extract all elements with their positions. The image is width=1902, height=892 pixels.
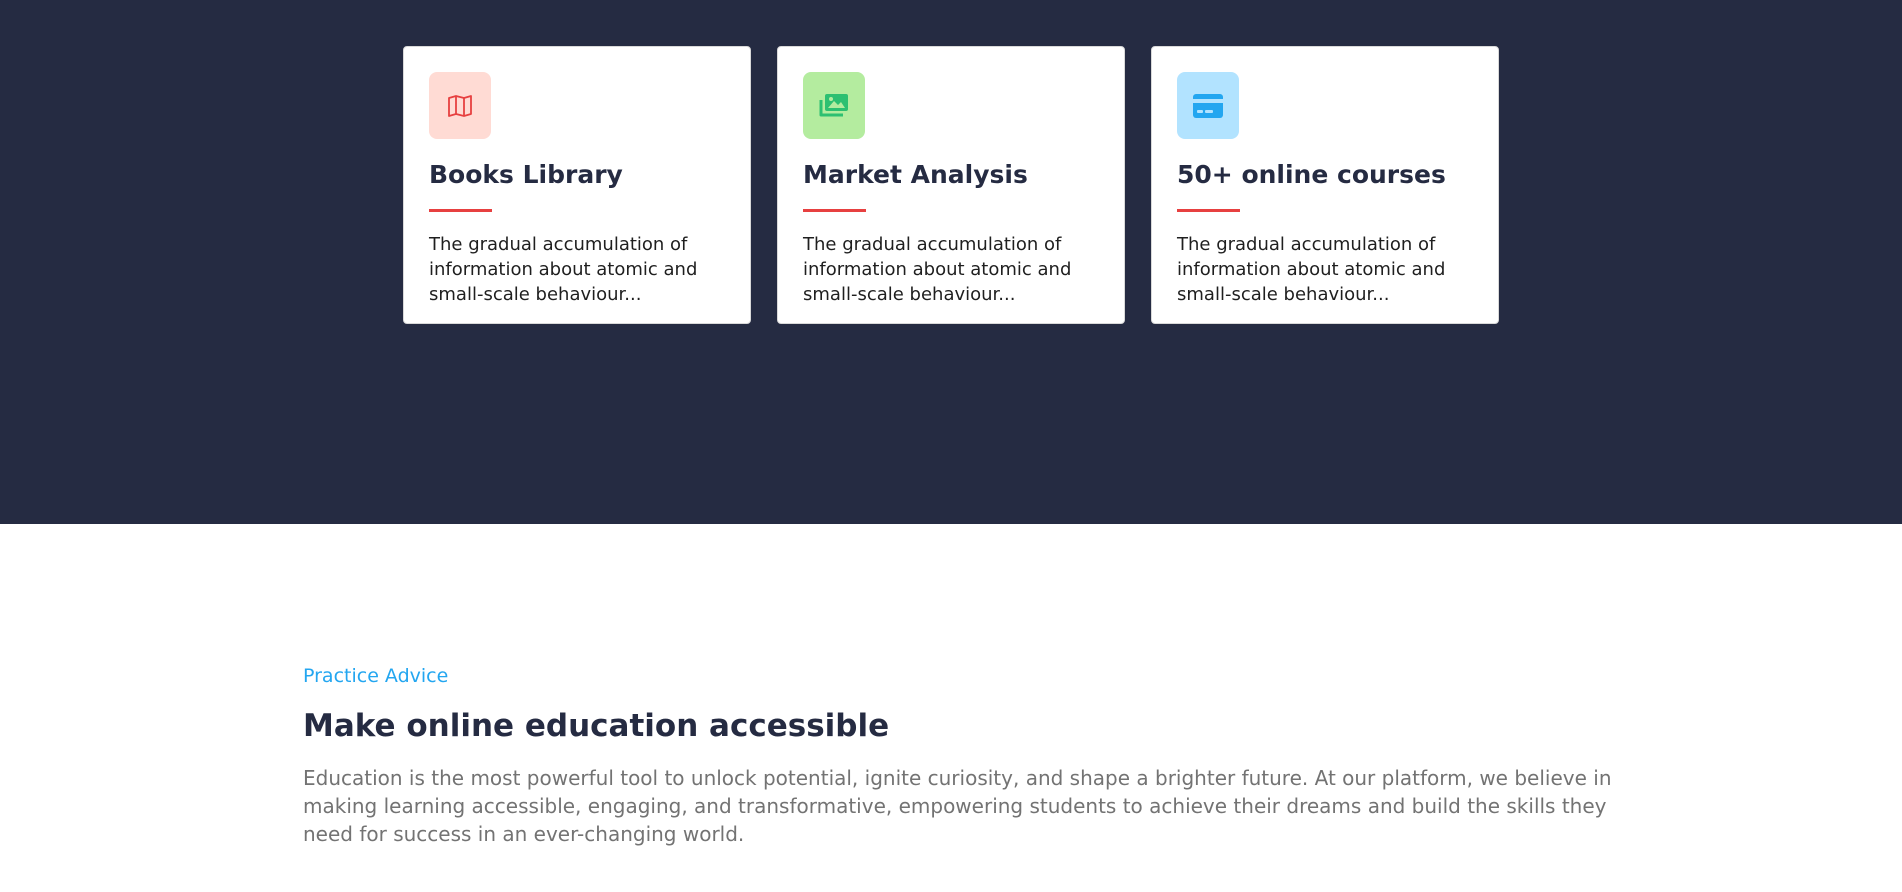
- feature-cards: Books Library The gradual accumulation o…: [403, 46, 1499, 324]
- credit-card-icon: [1193, 93, 1223, 118]
- feature-title: Books Library: [429, 160, 623, 189]
- feature-card-online-courses: 50+ online courses The gradual accumulat…: [1151, 46, 1499, 324]
- feature-card-market-analysis: Market Analysis The gradual accumulation…: [777, 46, 1125, 324]
- practice-advice-section: Practice Advice Make online education ac…: [303, 664, 1623, 848]
- feature-icon-box: [1177, 72, 1239, 139]
- feature-divider: [803, 209, 866, 212]
- feature-card-books-library: Books Library The gradual accumulation o…: [403, 46, 751, 324]
- feature-description: The gradual accumulation of information …: [803, 234, 1072, 305]
- section-description: Education is the most powerful tool to u…: [303, 766, 1612, 846]
- feature-icon-box: [803, 72, 865, 139]
- feature-divider: [1177, 209, 1240, 212]
- feature-description: The gradual accumulation of information …: [429, 234, 698, 305]
- feature-divider: [429, 209, 492, 212]
- feature-title: 50+ online courses: [1177, 160, 1446, 189]
- section-title: Make online education accessible: [303, 708, 890, 744]
- feature-icon-box: [429, 72, 491, 139]
- feature-title: Market Analysis: [803, 160, 1028, 189]
- feature-description: The gradual accumulation of information …: [1177, 234, 1446, 305]
- hero-section: Books Library The gradual accumulation o…: [0, 0, 1902, 524]
- map-icon: [448, 94, 472, 117]
- images-icon: [819, 93, 848, 116]
- section-eyebrow: Practice Advice: [303, 665, 449, 687]
